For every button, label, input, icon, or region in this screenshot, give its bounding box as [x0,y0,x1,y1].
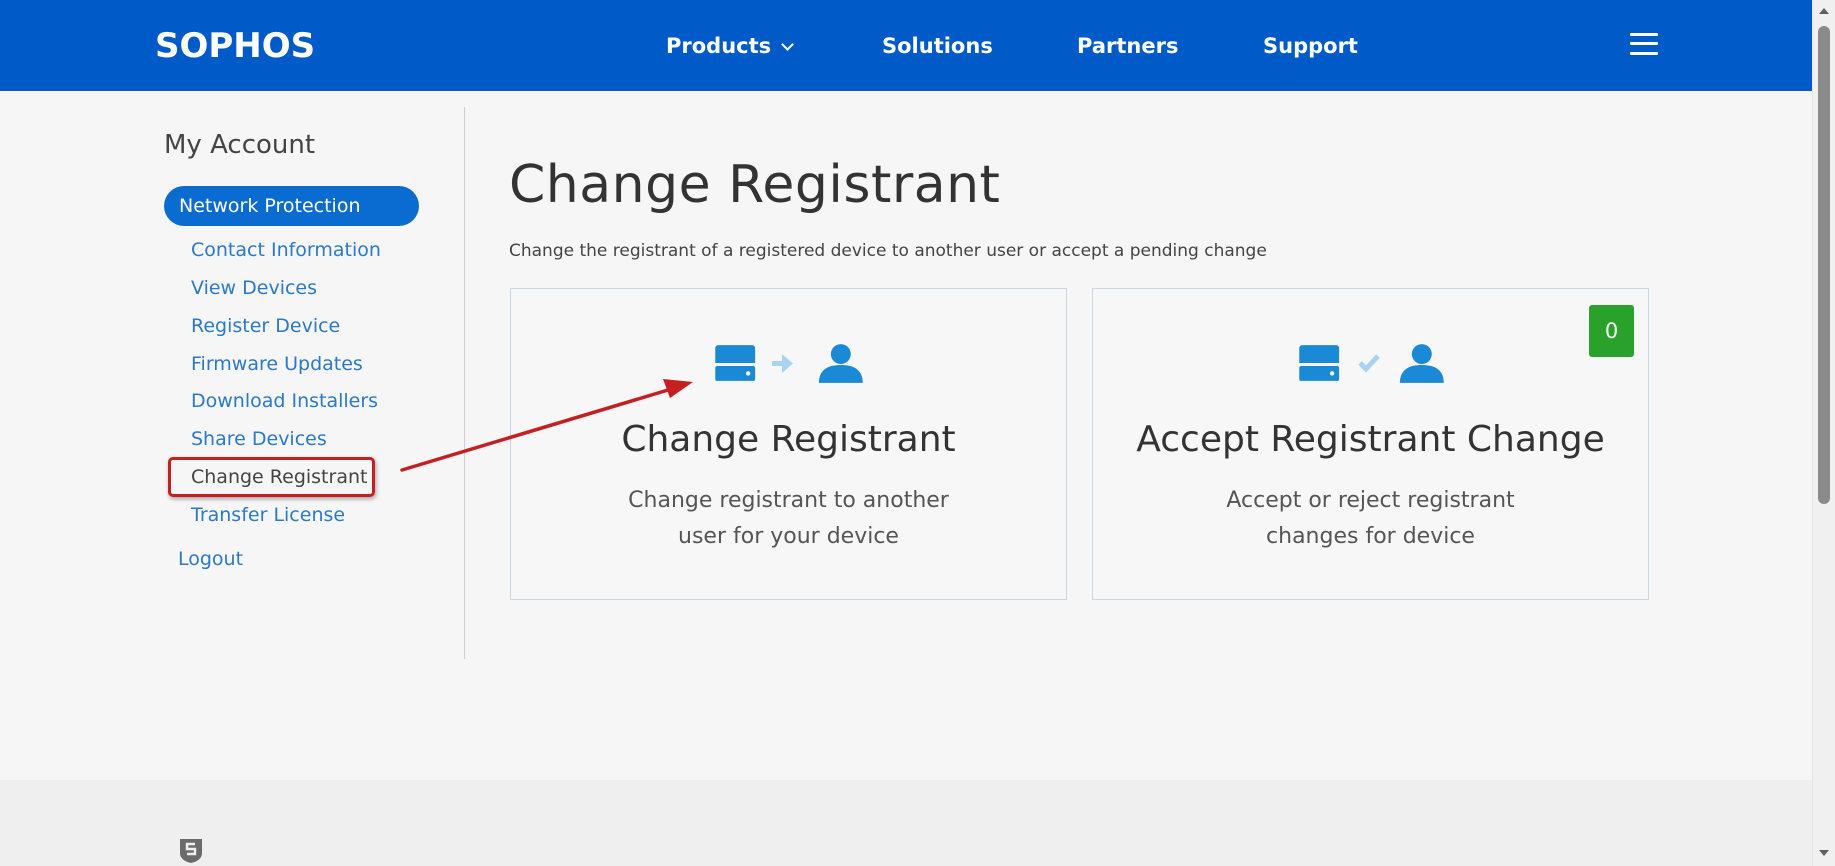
nav-products-label: Products [666,34,772,58]
sidebar-item-register-device[interactable]: Register Device [191,315,340,337]
user-icon [818,344,863,383]
card-title: Change Registrant [621,419,956,460]
page-description: Change the registrant of a registered de… [509,241,1267,261]
checkmark-icon [1358,354,1380,373]
sidebar-item-download-installers[interactable]: Download Installers [191,390,378,412]
sidebar-item-share-devices[interactable]: Share Devices [191,428,327,450]
nav-partners[interactable]: Partners [1077,34,1178,58]
card-description-line1: Accept or reject registrant [1226,488,1515,513]
arrow-right-icon [772,354,793,373]
pending-count-badge: 0 [1589,305,1634,357]
accept-registrant-change-card[interactable]: 0 Accept Registrant Change Accept or rej… [1092,288,1649,600]
sidebar-item-network-protection[interactable]: Network Protection [164,186,419,226]
sophos-logo[interactable]: SOPHOS [155,26,315,66]
card-description: Change registrant to another user for yo… [511,483,1066,555]
chevron-down-icon [781,38,795,51]
logout-link[interactable]: Logout [178,548,243,570]
card-description-line2: changes for device [1266,524,1475,549]
nav-support[interactable]: Support [1263,34,1358,58]
nav-products[interactable]: Products [666,34,795,58]
card-icons [715,344,863,383]
card-description-line2: user for your device [678,524,899,549]
sidebar-item-firmware-updates[interactable]: Firmware Updates [191,353,363,375]
sidebar-item-contact-information[interactable]: Contact Information [191,239,381,261]
hamburger-menu-icon[interactable] [1630,33,1658,55]
user-icon [1399,344,1444,383]
card-description-line1: Change registrant to another [628,488,949,513]
scroll-down-icon[interactable] [1819,850,1829,856]
card-title: Accept Registrant Change [1136,419,1605,460]
scroll-up-icon[interactable] [1819,8,1829,14]
device-icon [1299,345,1340,381]
annotation-highlight-box [168,457,375,497]
site-header: SOPHOS Products Solutions Partners Suppo… [0,0,1812,91]
device-icon [715,345,756,381]
scrollbar-thumb[interactable] [1818,26,1830,504]
sidebar-item-transfer-license[interactable]: Transfer License [191,504,345,526]
page-scrollbar[interactable] [1812,0,1835,866]
site-footer [0,780,1812,866]
card-icons [1299,344,1444,383]
sidebar-title: My Account [164,130,316,160]
nav-solutions[interactable]: Solutions [882,34,993,58]
card-description: Accept or reject registrant changes for … [1093,483,1648,555]
sophos-shield-icon[interactable] [179,838,203,864]
sidebar-item-view-devices[interactable]: View Devices [191,277,317,299]
change-registrant-card[interactable]: Change Registrant Change registrant to a… [510,288,1067,600]
page-title: Change Registrant [509,155,1001,215]
sidebar-divider [464,107,465,659]
